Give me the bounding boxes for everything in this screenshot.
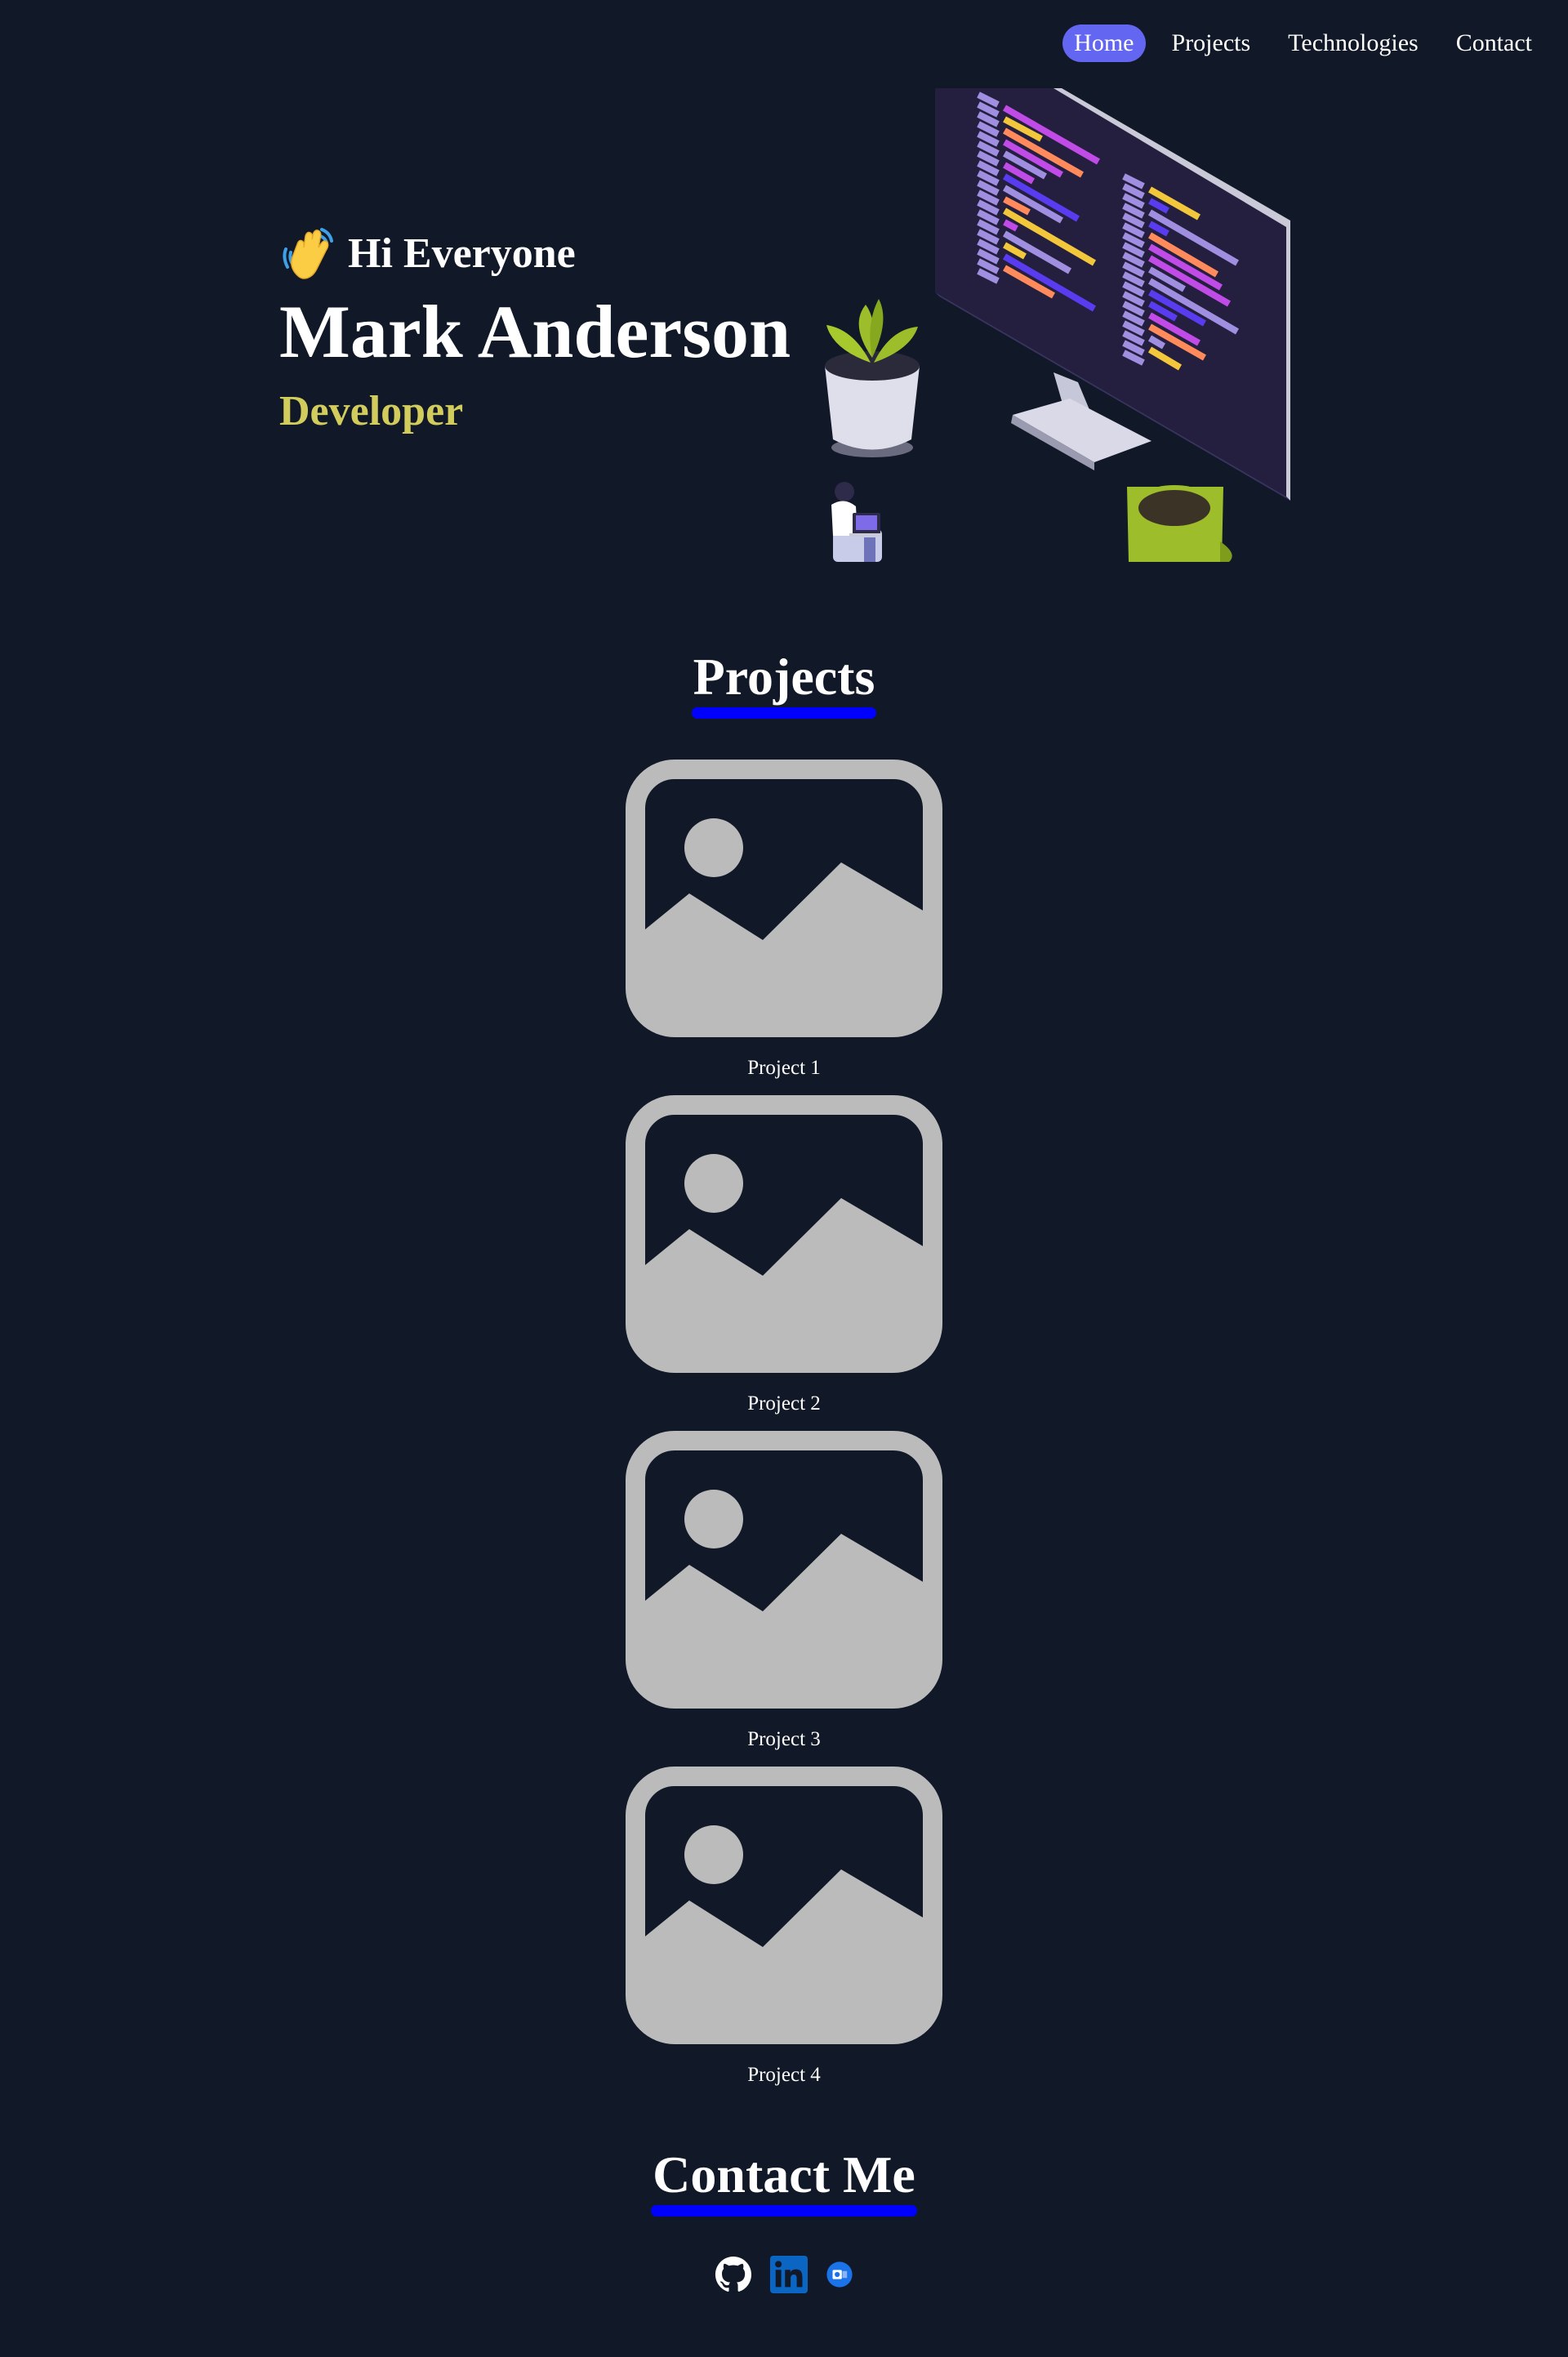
projects-heading: Projects xyxy=(0,647,1568,719)
contact-title: Contact Me xyxy=(651,2145,917,2217)
projects-title: Projects xyxy=(691,648,877,719)
image-placeholder-icon xyxy=(626,1431,942,1709)
image-placeholder-icon xyxy=(626,1095,942,1373)
outlook-icon xyxy=(826,2261,853,2288)
greeting: Hi Everyone xyxy=(279,222,791,284)
contact-heading: Contact Me xyxy=(0,2145,1568,2217)
project-card[interactable]: Project 1 xyxy=(626,760,942,1095)
project-label: Project 4 xyxy=(747,2064,821,2086)
hero-name: Mark Anderson xyxy=(279,290,791,373)
project-label: Project 2 xyxy=(747,1392,821,1415)
project-label: Project 1 xyxy=(747,1057,821,1079)
project-card[interactable]: Project 3 xyxy=(626,1431,942,1767)
linkedin-icon xyxy=(770,2256,808,2293)
hero-section: Hi Everyone Mark Anderson Developer xyxy=(0,0,1568,572)
hero-text: Hi Everyone Mark Anderson Developer xyxy=(279,222,791,435)
waving-hand-icon xyxy=(283,228,333,279)
image-placeholder-icon xyxy=(626,760,942,1037)
linkedin-link[interactable] xyxy=(770,2256,808,2297)
image-placeholder-icon xyxy=(626,1767,942,2044)
greeting-text: Hi Everyone xyxy=(348,229,576,277)
project-card[interactable]: Project 4 xyxy=(626,1767,942,2102)
outlook-link[interactable] xyxy=(826,2261,853,2292)
project-label: Project 3 xyxy=(747,1728,821,1750)
github-icon xyxy=(715,2256,752,2292)
github-link[interactable] xyxy=(715,2256,752,2297)
contact-links xyxy=(0,2256,1568,2297)
hero-role: Developer xyxy=(279,388,464,434)
developer-workspace-illustration xyxy=(825,88,1290,562)
project-card[interactable]: Project 2 xyxy=(626,1095,942,1431)
